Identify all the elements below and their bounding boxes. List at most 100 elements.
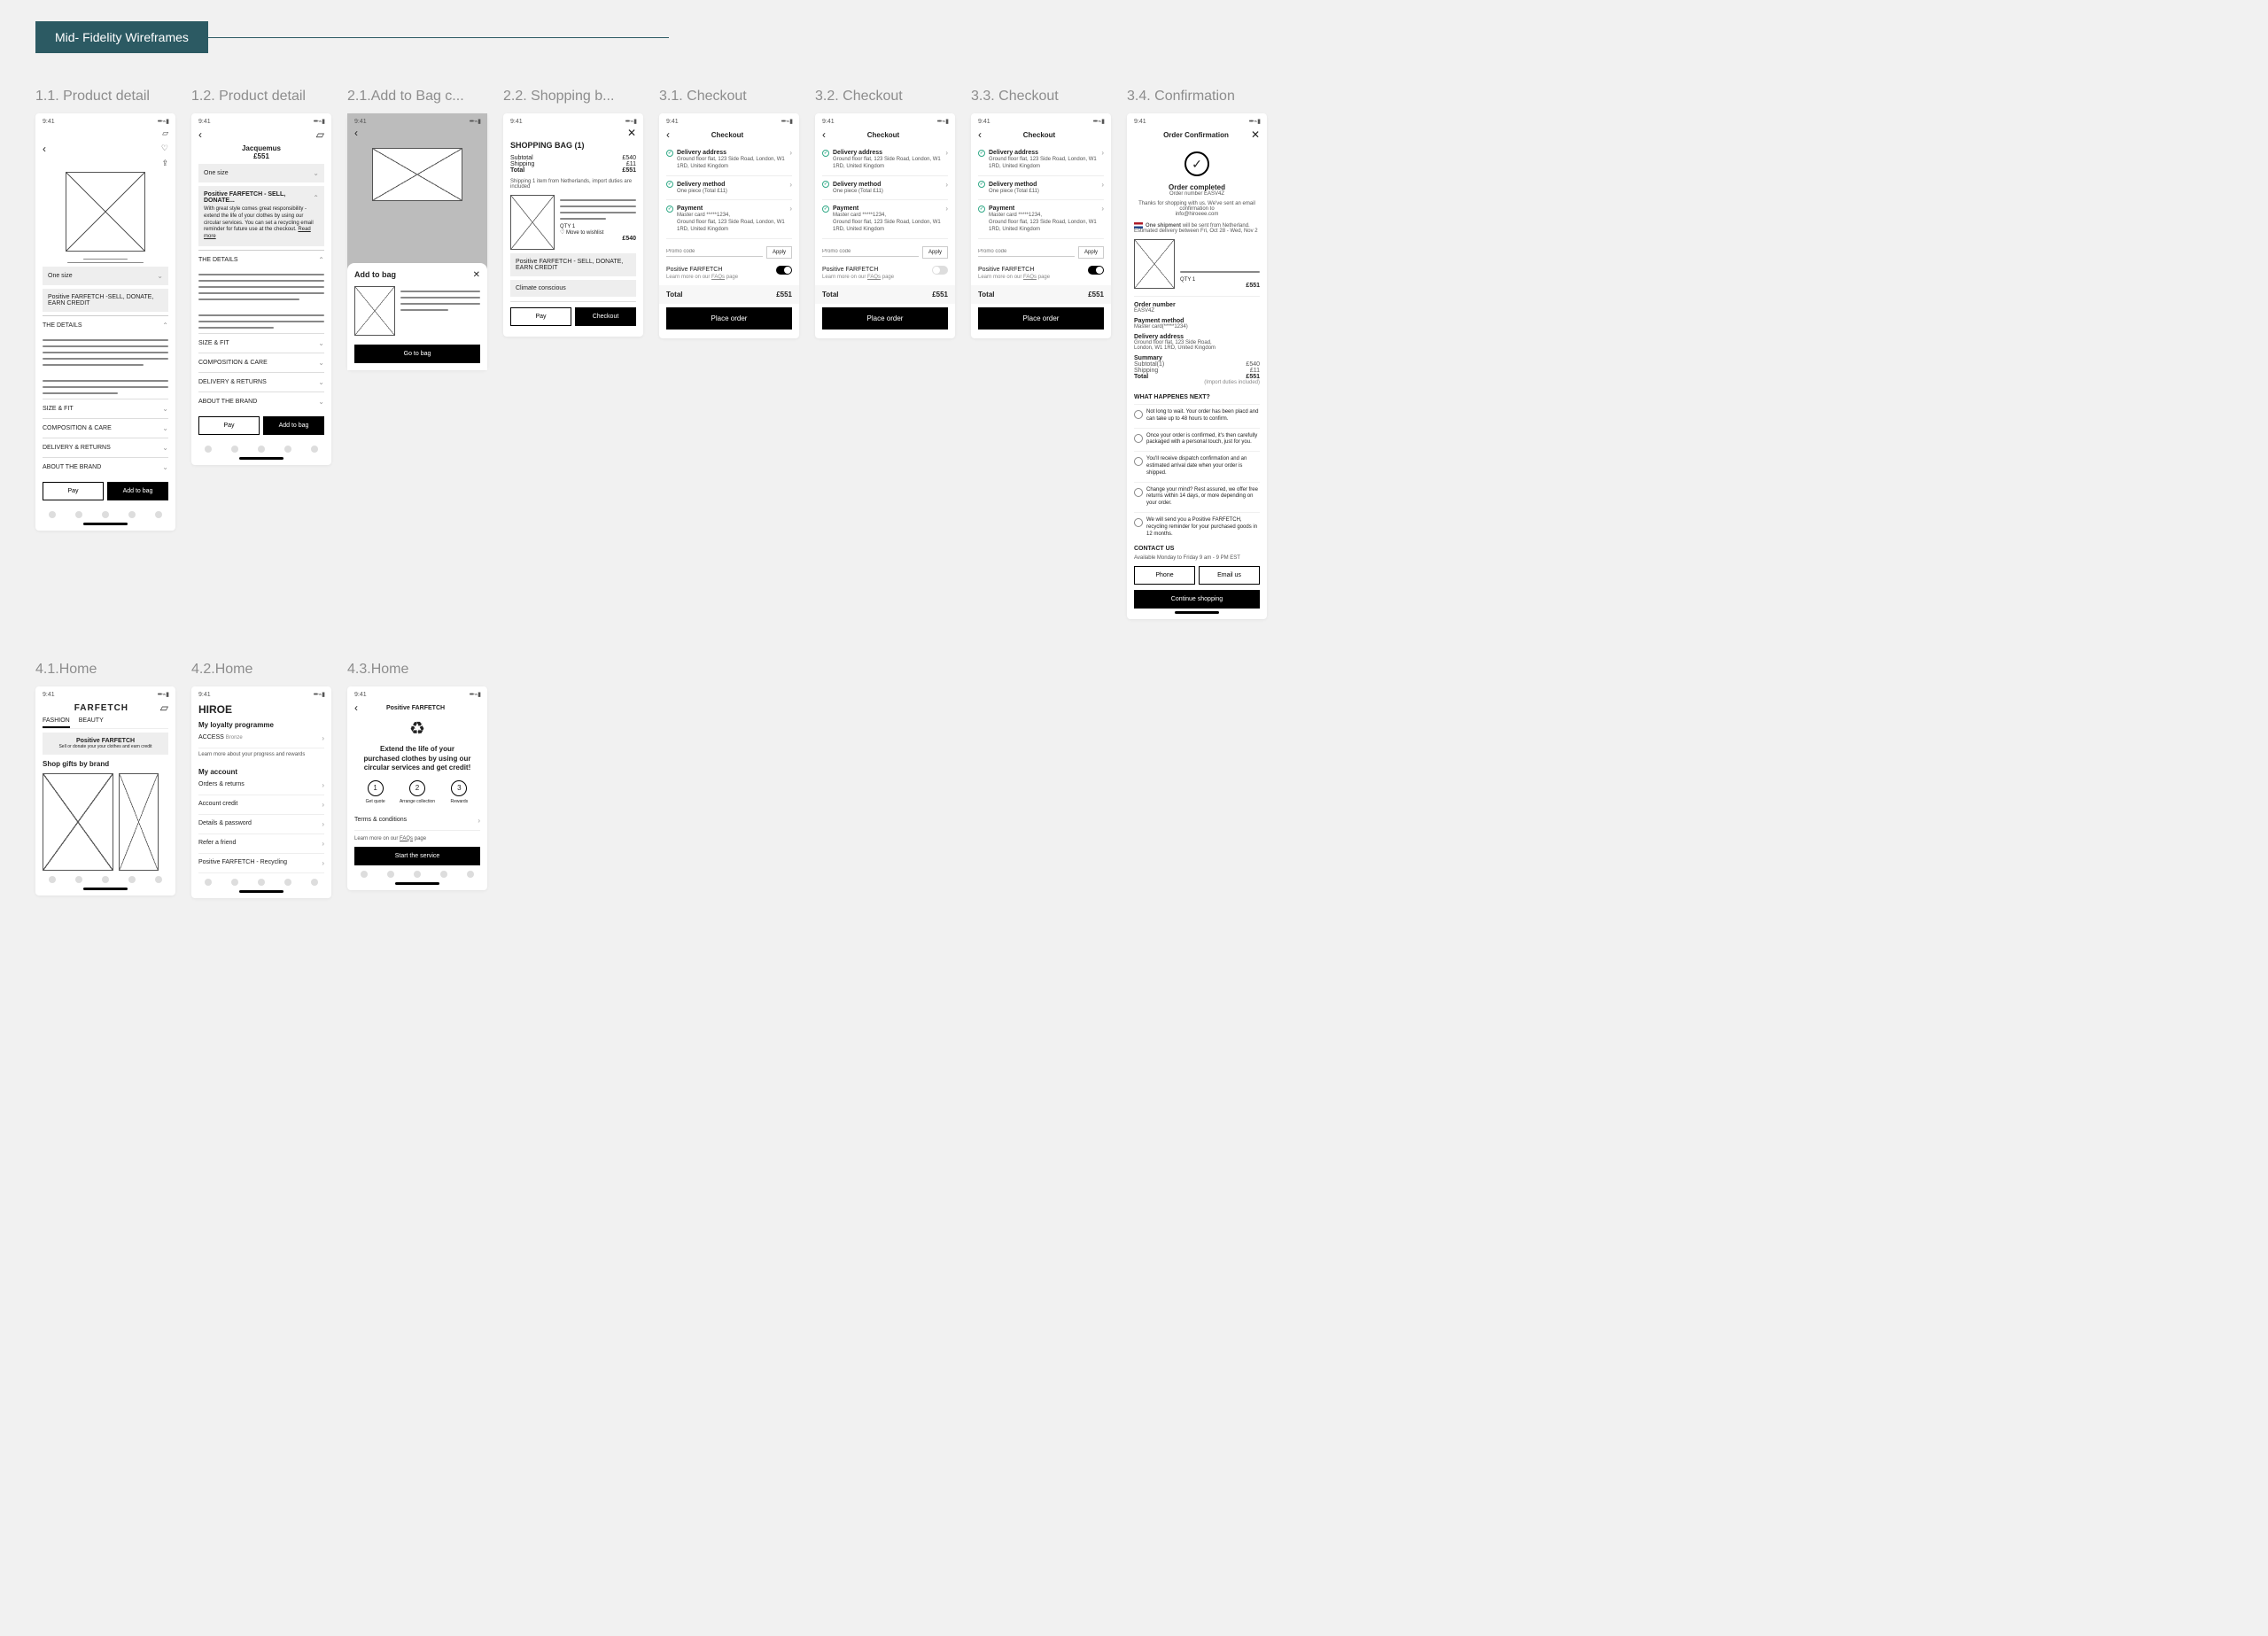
- tab-fashion[interactable]: FASHION: [43, 717, 70, 728]
- climate-pill[interactable]: Climate conscious: [510, 280, 636, 297]
- success-icon: ✓: [1184, 151, 1209, 176]
- back-icon[interactable]: ‹: [822, 128, 826, 141]
- steps: 1Get quote 2Arrange collection 3Rewards: [354, 780, 480, 804]
- back-icon[interactable]: ‹: [354, 127, 358, 139]
- frame-label: 3.3. Checkout: [971, 89, 1111, 105]
- accordion-comp[interactable]: COMPOSITION & CARE⌄: [198, 353, 324, 372]
- accordion-comp[interactable]: COMPOSITION & CARE⌄: [43, 418, 168, 438]
- positive-pill[interactable]: Positive FARFETCH - SELL, DONATE, EARN C…: [510, 253, 636, 276]
- share-icon[interactable]: ⇪: [161, 159, 168, 168]
- frame-add-modal: 9:41••• ⌁ ▮ ‹ ✕ Add to bag Go to bag: [347, 113, 487, 370]
- back-icon[interactable]: ‹: [978, 128, 982, 141]
- accordion-brand[interactable]: ABOUT THE BRAND⌄: [43, 457, 168, 477]
- apply-button[interactable]: Apply: [922, 246, 948, 259]
- frame-label: 1.1. Product detail: [35, 89, 175, 105]
- promo-input[interactable]: [666, 247, 763, 257]
- go-to-bag-button[interactable]: Go to bag: [354, 345, 480, 363]
- accordion-delivery[interactable]: DELIVERY & RETURNS⌄: [198, 372, 324, 392]
- add-to-bag-sheet: ✕ Add to bag Go to bag: [347, 263, 487, 370]
- accordion-details[interactable]: THE DETAILS⌃: [198, 250, 324, 269]
- accordion-delivery[interactable]: DELIVERY & RETURNS⌄: [43, 438, 168, 457]
- back-icon[interactable]: ‹: [43, 143, 46, 155]
- size-dropdown[interactable]: One size⌄: [198, 164, 324, 182]
- continue-shopping-button[interactable]: Continue shopping: [1134, 590, 1260, 609]
- close-icon[interactable]: ✕: [473, 270, 480, 280]
- place-order-button[interactable]: Place order: [978, 307, 1104, 330]
- place-order-button[interactable]: Place order: [822, 307, 948, 330]
- terms-link[interactable]: Terms & conditions›: [354, 811, 480, 831]
- menu-refer[interactable]: Refer a friend›: [198, 834, 324, 854]
- apply-button[interactable]: Apply: [766, 246, 792, 259]
- checkout-button[interactable]: Checkout: [575, 307, 636, 326]
- accordion-size[interactable]: SIZE & FIT⌄: [198, 333, 324, 353]
- frame-pdp-2: 9:41••• ⌁ ▮ ‹▱ Jacquemus £551 One size⌄ …: [191, 113, 331, 465]
- promo-input[interactable]: [978, 247, 1075, 257]
- frame-label: 2.2. Shopping b...: [503, 89, 643, 105]
- accordion-brand[interactable]: ABOUT THE BRAND⌄: [198, 392, 324, 411]
- place-order-button[interactable]: Place order: [666, 307, 792, 330]
- pf-toggle[interactable]: [1088, 266, 1104, 275]
- bag-icon[interactable]: ▱: [316, 128, 324, 141]
- menu-details[interactable]: Details & password›: [198, 815, 324, 834]
- chevron-down-icon: ⌄: [157, 272, 163, 280]
- frame-checkout-3: 9:41••• ⌁ ▮ ‹Checkout ✓Delivery address›…: [971, 113, 1111, 338]
- brand-tile[interactable]: [43, 773, 113, 871]
- header-rule: [208, 37, 669, 38]
- phone-button[interactable]: Phone: [1134, 566, 1195, 585]
- brand-logo: FARFETCH: [74, 703, 128, 713]
- close-icon[interactable]: ✕: [1251, 128, 1260, 141]
- close-icon[interactable]: ✕: [627, 127, 636, 139]
- apple-pay-button[interactable]: Pay: [43, 482, 104, 500]
- bag-icon[interactable]: ▱: [162, 128, 168, 138]
- apple-pay-button[interactable]: Pay: [510, 307, 571, 326]
- sec-method[interactable]: ✓Delivery method› One piece (Total £11): [666, 176, 792, 201]
- back-icon[interactable]: ‹: [198, 128, 202, 141]
- pf-toggle[interactable]: [932, 266, 948, 275]
- sec-address[interactable]: ✓Delivery address› Ground floor flat, 12…: [666, 144, 792, 176]
- home-indicator: [83, 523, 128, 525]
- faqs-link[interactable]: FAQs: [711, 275, 725, 280]
- accordion-details[interactable]: THE DETAILS⌃: [43, 315, 168, 335]
- start-service-button[interactable]: Start the service: [354, 847, 480, 865]
- user-name: HIROE: [198, 703, 324, 716]
- frame-pdp-1: 9:41••• ⌁ ▮ ‹ ▱ ♡ ⇪ One size⌄ Positive F…: [35, 113, 175, 531]
- size-dropdown[interactable]: One size⌄: [43, 267, 168, 285]
- apple-pay-button[interactable]: Pay: [198, 416, 260, 435]
- heart-icon[interactable]: ♡: [161, 143, 168, 153]
- back-icon[interactable]: ‹: [354, 702, 358, 714]
- tab-beauty[interactable]: BEAUTY: [79, 717, 104, 728]
- add-to-bag-button[interactable]: Add to bag: [263, 416, 324, 435]
- product-image-placeholder: [66, 172, 145, 252]
- frame-label: 4.2.Home: [191, 662, 331, 678]
- sheet-title: Add to bag: [354, 270, 480, 279]
- email-button[interactable]: Email us: [1199, 566, 1260, 585]
- dim-image-placeholder: [372, 148, 462, 201]
- frame-label: 4.1.Home: [35, 662, 175, 678]
- brand-tile[interactable]: [119, 773, 159, 871]
- pf-banner[interactable]: Positive FARFETCH Sell or donate your yo…: [43, 733, 168, 755]
- brand-name: Jacquemus: [198, 144, 324, 152]
- apply-button[interactable]: Apply: [1078, 246, 1104, 259]
- frame-home-1: 9:41••• ⌁ ▮ FARFETCH▱ FASHION BEAUTY Pos…: [35, 686, 175, 896]
- positive-pill[interactable]: Positive FARFETCH -SELL, DONATE, EARN CR…: [43, 289, 168, 312]
- bag-icon[interactable]: ▱: [160, 702, 168, 714]
- back-icon[interactable]: ‹: [666, 128, 670, 141]
- chevron-down-icon: ⌄: [162, 463, 168, 471]
- faqs-link[interactable]: FAQs: [400, 836, 413, 841]
- wishlist-link[interactable]: Move to wishlist: [566, 230, 603, 236]
- frame-home-3: 9:41••• ⌁ ▮ ‹Positive FARFETCH ♻ Extend …: [347, 686, 487, 889]
- menu-orders[interactable]: Orders & returns›: [198, 776, 324, 795]
- menu-credit[interactable]: Account credit›: [198, 795, 324, 815]
- product-price: £551: [198, 152, 324, 160]
- menu-recycling[interactable]: Positive FARFETCH - Recycling›: [198, 854, 324, 873]
- pf-toggle[interactable]: [776, 266, 792, 275]
- accordion-size[interactable]: SIZE & FIT⌄: [43, 399, 168, 418]
- add-to-bag-button[interactable]: Add to bag: [107, 482, 168, 500]
- promo-input[interactable]: [822, 247, 919, 257]
- chevron-down-icon: ⌄: [162, 424, 168, 432]
- nl-flag-icon: [1134, 222, 1143, 229]
- sec-payment[interactable]: ✓Payment› Master card *****1234,Ground f…: [666, 200, 792, 238]
- positive-box[interactable]: Positive FARFETCH - SELL, DONATE...⌃ Wit…: [198, 186, 324, 246]
- frame-label: 3.1. Checkout: [659, 89, 799, 105]
- loyalty-tier[interactable]: ACCESS Bronze›: [198, 729, 324, 748]
